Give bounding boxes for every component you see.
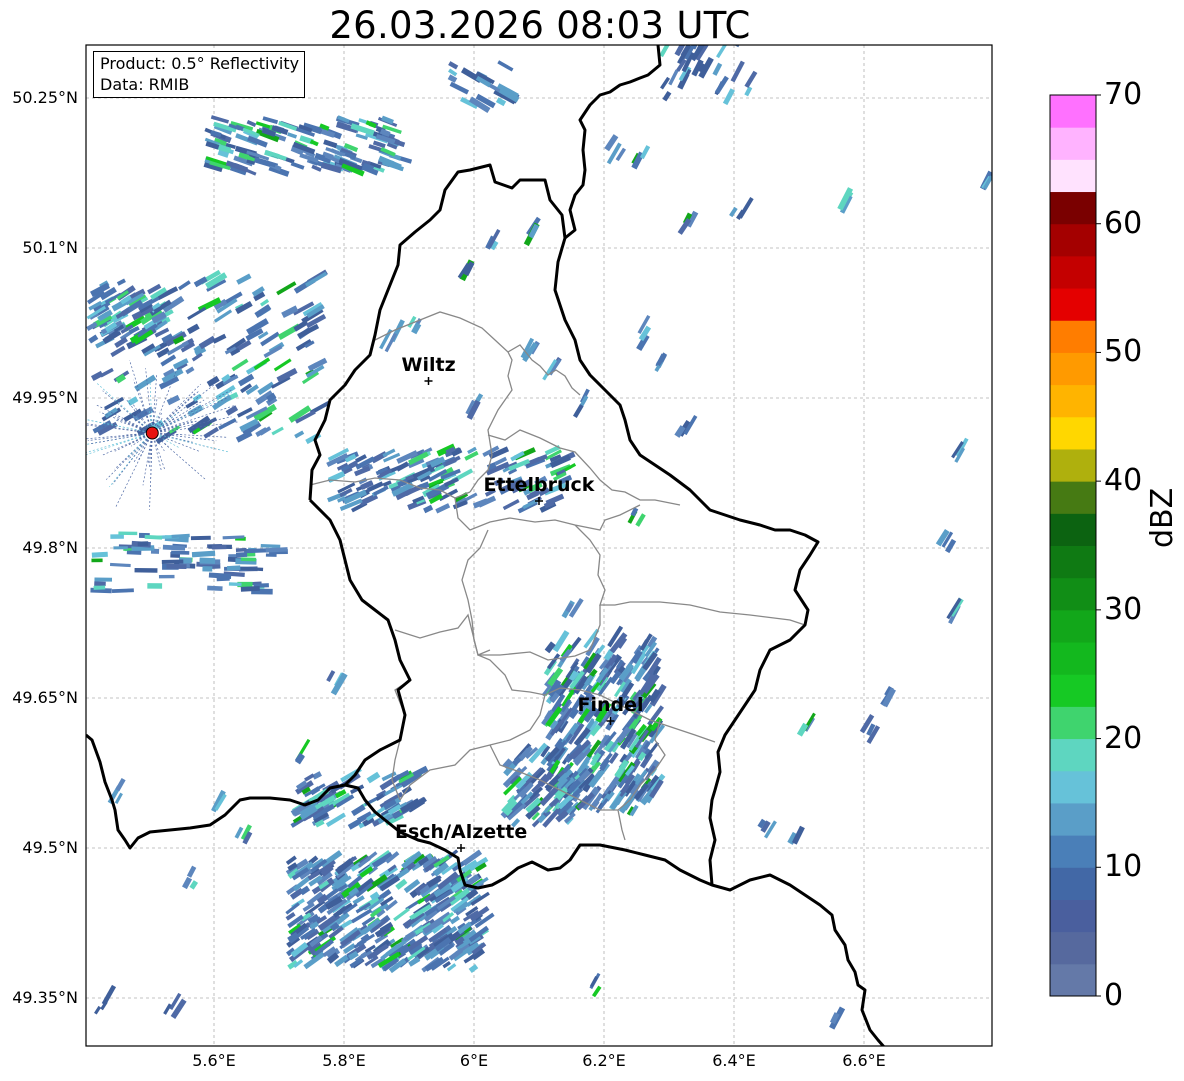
colorbar-swatch [1050, 545, 1096, 579]
echo-cell [265, 553, 277, 557]
city-label: Wiltz [401, 354, 456, 376]
echo-cell [211, 545, 227, 550]
colorbar-tick-label: 40 [1104, 463, 1143, 499]
echo-cell [110, 534, 124, 539]
echo-cell [240, 585, 260, 592]
colorbar-swatch [1050, 352, 1096, 386]
latitude-label: 50.25°N [12, 88, 78, 107]
colorbar-tick-label: 70 [1104, 77, 1143, 112]
colorbar [1049, 94, 1101, 997]
colorbar-swatch [1050, 706, 1096, 740]
echo-cell [199, 557, 216, 564]
product-text: Product: 0.5° Reflectivity [100, 54, 300, 73]
colorbar-swatch [1050, 288, 1096, 321]
echo-cell [94, 577, 113, 582]
colorbar-tick-label: 0 [1104, 978, 1124, 1013]
echo-cell [134, 567, 158, 573]
city-label: Findel [577, 694, 644, 716]
longitude-label: 6.2°E [582, 1051, 626, 1070]
colorbar-swatch [1050, 738, 1096, 772]
echo-cell [171, 550, 190, 555]
colorbar-tick-label: 60 [1104, 205, 1143, 241]
colorbar-swatch [1050, 899, 1096, 933]
echo-cell [166, 563, 187, 570]
colorbar-swatch [1050, 835, 1096, 868]
colorbar-swatch [1050, 513, 1096, 546]
latitude-label: 49.65°N [12, 688, 78, 707]
radar-map [85, 44, 1101, 1047]
colorbar-swatch [1050, 95, 1096, 128]
longitude-label: 6°E [459, 1051, 489, 1070]
longitude-label: 5.8°E [322, 1051, 366, 1070]
echo-cell [91, 558, 103, 563]
colorbar-tick-label: 10 [1104, 849, 1143, 885]
colorbar-swatch [1050, 223, 1096, 257]
info-box: Product: 0.5° Reflectivity Data: RMIB [93, 51, 306, 98]
echo-cell [94, 581, 106, 587]
longitude-label: 6.4°E [712, 1051, 756, 1070]
colorbar-swatch [1050, 320, 1096, 353]
data-source-text: Data: RMIB [100, 75, 190, 94]
city-label: Ettelbruck [483, 474, 595, 496]
colorbar-tick-label: 20 [1104, 720, 1143, 756]
echo-cell [113, 546, 128, 550]
latitude-label: 50.1°N [22, 238, 78, 257]
latitude-label: 49.8°N [22, 538, 78, 557]
colorbar-swatch [1050, 802, 1096, 836]
echo-cell [226, 565, 241, 571]
colorbar-swatch [1050, 416, 1096, 450]
city-label: Esch/Alzette [395, 821, 528, 843]
colorbar-swatch [1050, 963, 1096, 997]
echo-cell [137, 541, 149, 547]
echo-cell [190, 535, 211, 541]
longitude-label: 6.6°E [842, 1051, 886, 1070]
echo-cell [161, 559, 184, 565]
echo-cell [158, 574, 175, 579]
colorbar-swatch [1050, 159, 1096, 193]
colorbar-swatch [1050, 127, 1096, 160]
echo-cell [235, 552, 248, 558]
colorbar-label: dBZ [1145, 487, 1180, 548]
echo-cell [118, 531, 138, 536]
longitude-label: 5.6°E [192, 1051, 236, 1070]
echo-cell [91, 551, 108, 558]
colorbar-swatch [1050, 255, 1096, 289]
colorbar-swatch [1050, 577, 1096, 611]
colorbar-swatch [1050, 481, 1096, 514]
colorbar-swatch [1050, 609, 1096, 643]
colorbar-swatch [1050, 931, 1096, 965]
echo-cell [235, 547, 247, 553]
echo-cell [228, 582, 242, 587]
radar-site-marker [145, 426, 159, 440]
latitude-label: 49.95°N [12, 388, 78, 407]
echo-cell [240, 557, 257, 562]
colorbar-swatch [1050, 448, 1096, 482]
echo-cell [207, 585, 223, 591]
colorbar-swatch [1050, 674, 1096, 707]
echo-cell [147, 583, 163, 589]
colorbar-tick-label: 50 [1104, 334, 1143, 370]
colorbar-swatch [1050, 384, 1096, 418]
latitude-label: 49.35°N [12, 988, 78, 1007]
colorbar-swatch [1050, 191, 1096, 225]
latitude-label: 49.5°N [22, 838, 78, 857]
echo-cell [202, 566, 213, 572]
colorbar-tick-label: 30 [1104, 591, 1143, 627]
colorbar-swatch [1050, 770, 1096, 804]
colorbar-swatch [1050, 642, 1096, 675]
echo-cell [93, 585, 106, 590]
colorbar-swatch [1050, 867, 1096, 900]
echo-cell [216, 574, 230, 582]
